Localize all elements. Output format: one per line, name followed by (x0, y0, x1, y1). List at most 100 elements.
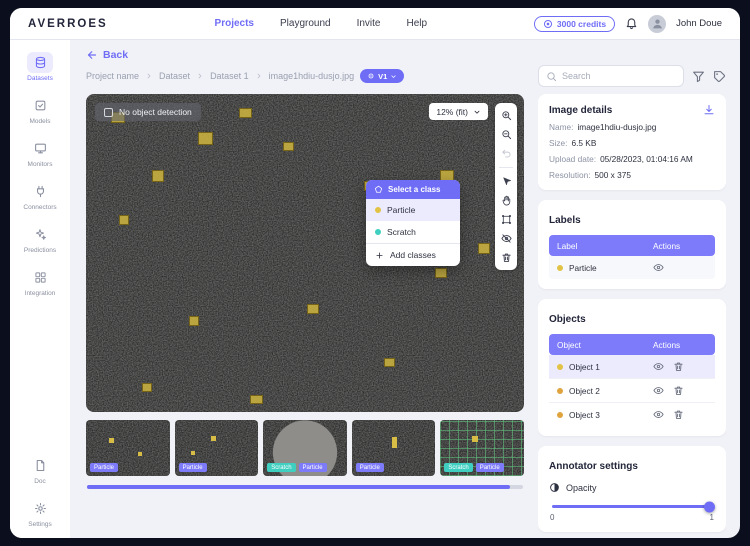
nav-invite[interactable]: Invite (357, 18, 381, 29)
sidebar-item-monitors[interactable]: Monitors (27, 138, 53, 168)
sidebar-item-models[interactable]: Models (27, 95, 53, 125)
toggle-visibility-button[interactable] (653, 262, 664, 273)
thumb-annotation (211, 435, 217, 441)
chevron-right-icon (145, 72, 153, 80)
toggle-visibility-button[interactable] (653, 361, 664, 372)
annotation-box[interactable] (307, 303, 320, 315)
filter-icon[interactable] (692, 70, 705, 83)
bounding-box-icon (501, 214, 512, 225)
back-button[interactable]: Back (86, 49, 726, 61)
sidebar-item-connectors[interactable]: Connectors (23, 181, 57, 211)
nav-help[interactable]: Help (407, 18, 428, 29)
bell-icon[interactable] (625, 17, 638, 30)
sidebar-item-integration[interactable]: Integration (25, 267, 55, 297)
nav-playground[interactable]: Playground (280, 18, 331, 29)
delete-object-button[interactable] (673, 361, 684, 372)
thumbnail-5[interactable]: Scratch Particle (440, 420, 524, 476)
annotation-box[interactable] (434, 267, 447, 278)
breadcrumb-dataset[interactable]: Dataset (159, 71, 190, 81)
breadcrumb-dataset1[interactable]: Dataset 1 (210, 71, 249, 81)
eye-off-icon (501, 233, 512, 244)
slider-range: 0 1 (549, 513, 715, 522)
thumb-annotation (391, 436, 397, 448)
undo-button[interactable] (501, 148, 512, 159)
annotation-box[interactable] (239, 107, 252, 119)
pan-tool-button[interactable] (501, 195, 512, 206)
thumbnail-3[interactable]: Scratch Particle (263, 420, 347, 476)
sidebar-item-datasets[interactable]: Datasets (27, 52, 53, 82)
object-row-2[interactable]: Object 2 (549, 379, 715, 403)
annotator-settings-title: Annotator settings (549, 461, 638, 472)
settings-icon (34, 502, 47, 515)
slider-knob[interactable] (704, 501, 715, 512)
datasets-icon (34, 56, 47, 69)
zoom-level-dropdown[interactable]: 12% (fit) (429, 103, 488, 120)
sidebar-item-settings[interactable]: Settings (27, 498, 53, 528)
canvas-column: No object detection 12% (fit) Select a c… (86, 94, 524, 538)
label-row-particle[interactable]: Particle (549, 256, 715, 279)
class-option-particle[interactable]: Particle (366, 199, 460, 221)
zoom-out-icon (501, 129, 512, 140)
class-select-menu: Select a class Particle Scratch Add clas… (366, 180, 460, 266)
object-row-3[interactable]: Object 3 (549, 403, 715, 426)
breadcrumb-image[interactable]: image1hdiu-dusjo.jpg (269, 71, 355, 81)
nav-projects[interactable]: Projects (215, 18, 254, 29)
annotation-box[interactable] (283, 141, 295, 152)
class-option-scratch[interactable]: Scratch (366, 221, 460, 243)
delete-object-button[interactable] (673, 409, 684, 420)
trash-icon (501, 252, 512, 263)
thumb-annotation (472, 435, 479, 442)
thumbnail-1[interactable]: Particle (86, 420, 170, 476)
annotation-box[interactable] (250, 394, 263, 404)
sidebar-item-doc[interactable]: Doc (27, 455, 53, 485)
filmstrip-scrollbar (87, 485, 523, 489)
objects-table-header: Object Actions (549, 334, 715, 355)
no-object-detection-toggle[interactable]: No object detection (95, 103, 201, 121)
annotation-canvas[interactable]: No object detection 12% (fit) Select a c… (86, 94, 524, 412)
eye-icon (653, 409, 664, 420)
annotation-box[interactable] (141, 382, 152, 393)
object-row-1[interactable]: Object 1 (549, 355, 715, 379)
back-label: Back (103, 49, 129, 61)
credits-badge[interactable]: 3000 credits (533, 15, 616, 32)
main-nav: Projects Playground Invite Help (215, 18, 428, 29)
user-name[interactable]: John Doue (676, 18, 722, 29)
scrollbar-thumb[interactable] (87, 485, 510, 489)
top-bar: AVERROES Projects Playground Invite Help… (10, 8, 740, 40)
version-label: V1 (378, 71, 388, 81)
plus-icon (375, 251, 384, 260)
integration-icon (34, 271, 47, 284)
top-right-cluster: 3000 credits John Doue (533, 14, 722, 33)
search-input[interactable] (562, 71, 676, 81)
toggle-visibility-button[interactable] (653, 409, 664, 420)
opacity-slider[interactable] (552, 501, 715, 512)
zoom-out-button[interactable] (501, 129, 512, 140)
avatar[interactable] (648, 14, 667, 33)
hide-annotations-button[interactable] (501, 233, 512, 244)
zoom-in-button[interactable] (501, 110, 512, 121)
objects-card: Objects Object Actions Object 1 Object 2… (538, 299, 726, 436)
add-classes-button[interactable]: Add classes (366, 243, 460, 266)
bbox-tool-button[interactable] (501, 214, 512, 225)
models-icon (34, 99, 47, 112)
breadcrumb-project[interactable]: Project name (86, 71, 139, 81)
download-icon[interactable] (703, 104, 715, 116)
sidebar-item-predictions[interactable]: Predictions (24, 224, 56, 254)
slider-max: 1 (709, 513, 714, 522)
detail-size: Size: 6.5 KB (549, 138, 597, 148)
annotation-box[interactable] (477, 243, 490, 254)
sidebar-item-label: Settings (28, 521, 52, 528)
select-tool-button[interactable] (501, 176, 512, 187)
delete-object-button[interactable] (673, 385, 684, 396)
annotation-box[interactable] (383, 357, 396, 368)
version-badge[interactable]: V1 (360, 69, 405, 83)
thumbnail-2[interactable]: Particle (174, 420, 259, 476)
annotation-box[interactable] (189, 315, 200, 327)
annotation-box[interactable] (151, 169, 164, 182)
thumbnail-4[interactable]: Particle (351, 420, 436, 476)
toggle-visibility-button[interactable] (653, 385, 664, 396)
delete-annotation-button[interactable] (501, 252, 512, 263)
tag-icon[interactable] (713, 70, 726, 83)
annotation-box[interactable] (119, 214, 130, 225)
annotation-box[interactable] (197, 132, 214, 145)
